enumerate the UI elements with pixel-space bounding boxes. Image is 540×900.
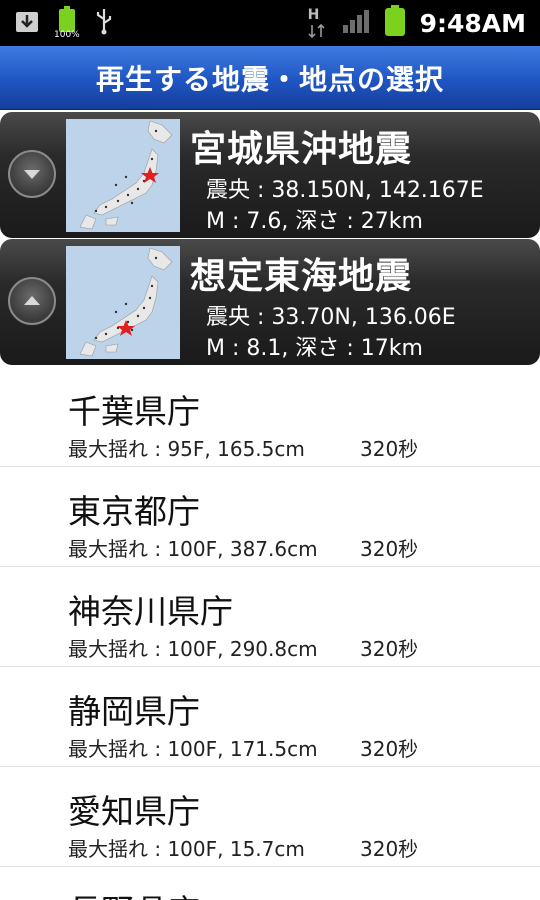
quake-magnitude-depth: M : 7.6, 深さ : 27km [206, 209, 423, 234]
battery-percent: 100% [54, 30, 80, 40]
quake-epicenter: 震央 : 33.70N, 136.06E [206, 305, 456, 330]
chevron-up-icon [24, 296, 40, 305]
status-bar: 100% H 9:48AM [0, 0, 540, 46]
location-max-shaking: 最大揺れ : 100F, 15.7cm [68, 837, 305, 861]
status-time: 9:48AM [419, 8, 526, 38]
location-name: 愛知県庁 [68, 792, 200, 831]
location-max-shaking: 最大揺れ : 100F, 171.5cm [68, 737, 318, 761]
location-list-item[interactable]: 千葉県庁 最大揺れ : 95F, 165.5cm 320秒 [0, 367, 540, 467]
epicenter-map-thumbnail [66, 246, 180, 359]
location-duration: 320秒 [360, 637, 419, 661]
network-type-label: H [307, 7, 320, 23]
quake-epicenter: 震央 : 38.150N, 142.167E [206, 178, 484, 203]
location-list-item[interactable]: 神奈川県庁 最大揺れ : 100F, 290.8cm 320秒 [0, 567, 540, 667]
location-duration: 320秒 [360, 537, 419, 561]
location-name: 静岡県庁 [68, 692, 200, 731]
quake-magnitude-depth: M : 8.1, 深さ : 17km [206, 336, 423, 361]
location-duration: 320秒 [360, 437, 419, 461]
location-max-shaking: 最大揺れ : 95F, 165.5cm [68, 437, 305, 461]
title-bar: 再生する地震・地点の選択 [0, 46, 540, 110]
location-list-item[interactable]: 東京都庁 最大揺れ : 100F, 387.6cm 320秒 [0, 467, 540, 567]
location-name: 東京都庁 [68, 492, 200, 531]
expand-toggle-button[interactable] [8, 277, 56, 325]
location-name: 神奈川県庁 [68, 592, 233, 631]
battery-full-icon: 100% [54, 6, 80, 40]
location-name: 長野県庁 [68, 885, 200, 900]
signal-icon [342, 9, 370, 37]
location-max-shaking: 最大揺れ : 100F, 290.8cm [68, 637, 318, 661]
quake-card[interactable]: 宮城県沖地震 震央 : 38.150N, 142.167E M : 7.6, 深… [0, 112, 540, 238]
quake-name: 想定東海地震 [190, 256, 413, 297]
location-list-item[interactable]: 愛知県庁 最大揺れ : 100F, 15.7cm 320秒 [0, 767, 540, 867]
location-list-item[interactable]: 静岡県庁 最大揺れ : 100F, 171.5cm 320秒 [0, 667, 540, 767]
epicenter-map-thumbnail [66, 119, 180, 232]
chevron-down-icon [24, 170, 40, 179]
location-duration: 320秒 [360, 837, 419, 861]
usb-icon [94, 7, 114, 39]
collapse-toggle-button[interactable] [8, 150, 56, 198]
location-max-shaking: 最大揺れ : 100F, 387.6cm [68, 537, 318, 561]
battery-icon [384, 5, 406, 41]
download-icon [14, 8, 40, 38]
location-list-item[interactable]: 長野県庁 [0, 867, 540, 900]
quake-name: 宮城県沖地震 [190, 129, 413, 170]
hsdpa-data-icon: H [306, 7, 328, 39]
location-name: 千葉県庁 [68, 392, 200, 431]
location-duration: 320秒 [360, 737, 419, 761]
quake-card[interactable]: 想定東海地震 震央 : 33.70N, 136.06E M : 8.1, 深さ … [0, 239, 540, 365]
page-title: 再生する地震・地点の選択 [95, 62, 444, 96]
